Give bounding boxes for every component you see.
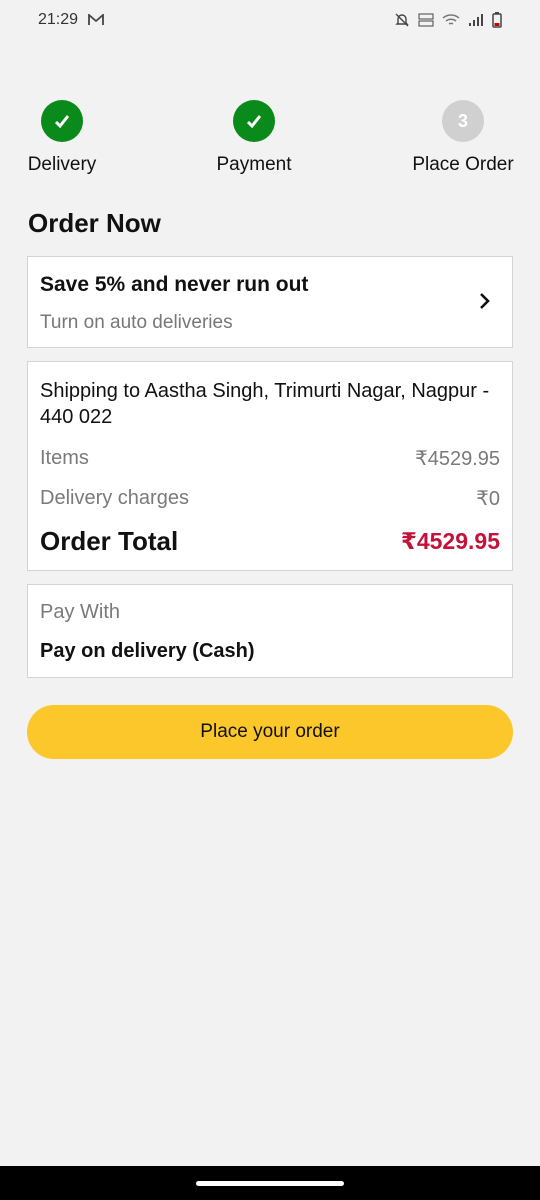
pay-with-label: Pay With [40, 601, 121, 623]
checkout-stepper: Delivery Payment 3 Place Order [0, 100, 540, 180]
page-title: Order Now [28, 208, 161, 238]
gmail-icon [88, 14, 104, 26]
status-left: 21:29 [38, 11, 104, 29]
delivery-charges-value: ₹0 [476, 488, 500, 510]
order-total-label: Order Total [40, 526, 179, 556]
chevron-right-icon [478, 291, 492, 311]
step-payment[interactable]: Payment [214, 100, 294, 176]
place-order-button[interactable]: Place your order [27, 705, 513, 759]
step-payment-check-icon [233, 100, 275, 142]
status-bar: 21:29 [0, 0, 540, 40]
step-payment-label: Payment [216, 154, 292, 175]
items-row: Items ₹4529.95 [40, 446, 500, 471]
step-delivery-label: Delivery [27, 154, 97, 175]
delivery-charges-row: Delivery charges ₹0 [40, 486, 500, 511]
step-delivery-check-icon [41, 100, 83, 142]
home-gesture-handle[interactable] [196, 1181, 344, 1186]
step-place-order-number: 3 [442, 100, 484, 142]
wifi-icon [442, 13, 460, 27]
items-value: ₹4529.95 [414, 448, 500, 470]
payment-method-value: Pay on delivery (Cash) [40, 640, 255, 662]
payment-method-card[interactable]: Pay With Pay on delivery (Cash) [27, 584, 513, 678]
shipping-address: Shipping to Aastha Singh, Trimurti Nagar… [40, 380, 490, 428]
system-nav-bar [0, 1166, 540, 1200]
mute-icon [394, 12, 410, 28]
auto-delivery-subtitle: Turn on auto deliveries [40, 312, 233, 333]
step-place-order-label: Place Order [412, 154, 514, 175]
status-right [394, 12, 502, 28]
order-total-row: Order Total ₹4529.95 [40, 526, 500, 557]
auto-delivery-title: Save 5% and never run out [40, 273, 309, 296]
status-time: 21:29 [38, 11, 79, 28]
auto-delivery-card[interactable]: Save 5% and never run out Turn on auto d… [27, 256, 513, 348]
delivery-charges-label: Delivery charges [40, 487, 189, 509]
order-summary-card: Shipping to Aastha Singh, Trimurti Nagar… [27, 361, 513, 571]
signal-icon [468, 13, 484, 27]
order-total-value: ₹4529.95 [400, 528, 500, 554]
items-label: Items [40, 447, 89, 469]
battery-icon [492, 12, 502, 28]
volte-icon [418, 12, 434, 28]
step-place-order: 3 Place Order [410, 100, 516, 176]
step-delivery[interactable]: Delivery [28, 100, 96, 176]
